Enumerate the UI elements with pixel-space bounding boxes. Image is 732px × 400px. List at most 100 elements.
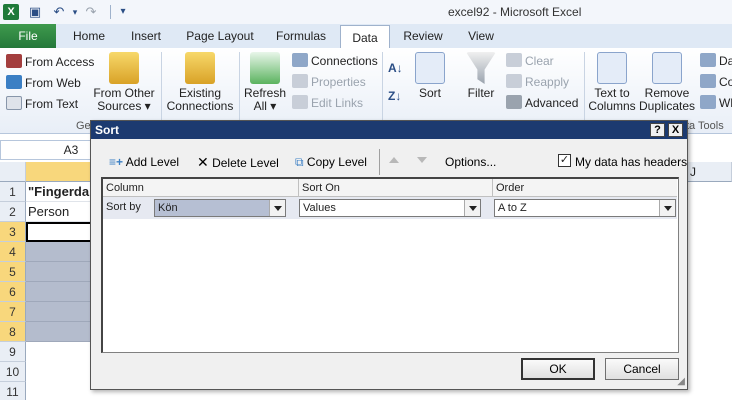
database-icon <box>109 52 139 84</box>
excel-logo-icon[interactable]: X <box>3 4 19 20</box>
sort-button[interactable]: Sort <box>412 52 448 100</box>
sort-by-label: Sort by <box>106 201 141 213</box>
remove-duplicates-icon <box>652 52 682 84</box>
sort-descending-button[interactable]: Z↓ <box>388 86 401 106</box>
sort-ascending-button[interactable]: A↓ <box>388 58 403 78</box>
row-header[interactable]: 9 <box>0 342 26 362</box>
close-button[interactable]: X <box>668 123 683 137</box>
delete-level-button[interactable]: ✕ Delete Level <box>197 153 279 171</box>
options-button[interactable]: Options... <box>445 153 496 171</box>
save-icon[interactable]: ▣ <box>26 3 44 21</box>
cell-a4[interactable] <box>26 242 96 262</box>
from-web-button[interactable]: From Web <box>6 73 81 93</box>
what-if-button[interactable]: Wh <box>700 93 732 113</box>
my-data-has-headers-label[interactable]: My data has headers <box>575 153 687 171</box>
resize-grip-icon[interactable]: ◢ <box>677 376 685 387</box>
web-icon <box>6 75 22 89</box>
copy-level-icon: ⧉ <box>295 155 304 169</box>
what-if-label: Wh <box>719 96 732 110</box>
chevron-down-icon[interactable] <box>464 200 480 216</box>
row-header[interactable]: 6 <box>0 282 26 302</box>
text-to-columns-button[interactable]: Text to Columns <box>588 52 636 113</box>
row-header[interactable]: 7 <box>0 302 26 322</box>
clear-button[interactable]: Clear <box>506 51 554 71</box>
tab-view[interactable]: View <box>458 24 504 48</box>
existing-label-2: Connections <box>166 99 234 113</box>
tab-data[interactable]: Data <box>340 25 390 49</box>
row-header[interactable]: 3 <box>0 222 26 242</box>
copy-level-button[interactable]: ⧉ Copy Level <box>295 153 367 171</box>
ok-button[interactable]: OK <box>521 358 595 380</box>
cell-a6[interactable] <box>26 282 96 302</box>
consolidate-button[interactable]: Co <box>700 72 732 92</box>
refresh-label-1: Refresh <box>243 86 287 100</box>
add-level-icon: ≡+ <box>109 155 124 169</box>
cell-a7[interactable] <box>26 302 96 322</box>
chevron-down-icon[interactable] <box>659 200 675 216</box>
clear-label: Clear <box>525 54 554 68</box>
tab-insert[interactable]: Insert <box>122 24 170 48</box>
row-header[interactable]: 10 <box>0 362 26 382</box>
sort-levels-list[interactable]: Column Sort On Order Sort by Kön Values … <box>101 177 679 353</box>
row-header[interactable]: 5 <box>0 262 26 282</box>
reapply-button[interactable]: Reapply <box>506 72 569 92</box>
remove-duplicates-label-2: Duplicates <box>638 99 696 113</box>
title-bar: X ▣ ↶ ▾ ↷ ▾ excel92 - Microsoft Excel <box>0 0 732 24</box>
help-button[interactable]: ? <box>650 123 665 137</box>
existing-connections-button[interactable]: Existing Connections <box>164 52 236 113</box>
cell-a1[interactable]: "Fingerda <box>26 182 96 202</box>
properties-icon <box>292 74 308 88</box>
tab-home[interactable]: Home <box>66 24 112 48</box>
reapply-icon <box>506 74 522 88</box>
sort-on-header: Sort On <box>299 179 493 197</box>
remove-duplicates-button[interactable]: Remove Duplicates <box>638 52 696 113</box>
tab-review[interactable]: Review <box>398 24 448 48</box>
edit-links-button[interactable]: Edit Links <box>292 93 363 113</box>
from-web-label: From Web <box>25 76 81 90</box>
redo-icon[interactable]: ↷ <box>82 3 100 21</box>
row-header[interactable]: 8 <box>0 322 26 342</box>
from-access-button[interactable]: From Access <box>6 52 94 72</box>
row-header[interactable]: 4 <box>0 242 26 262</box>
cancel-button[interactable]: Cancel <box>605 358 679 380</box>
move-up-icon[interactable] <box>389 157 399 163</box>
from-other-sources-button[interactable]: From Other Sources ▾ <box>90 52 158 113</box>
connections-button[interactable]: Connections <box>292 51 378 71</box>
tab-formulas[interactable]: Formulas <box>270 24 332 48</box>
column-header-j[interactable]: J <box>690 165 696 179</box>
tab-file[interactable]: File <box>0 24 56 48</box>
select-all-corner[interactable] <box>0 162 26 182</box>
sort-on-select[interactable]: Values <box>299 199 481 217</box>
column-header: Column <box>103 179 299 197</box>
filter-button[interactable]: Filter <box>460 52 502 100</box>
cell-a5[interactable] <box>26 262 96 282</box>
properties-button[interactable]: Properties <box>292 72 366 92</box>
move-down-icon[interactable] <box>417 157 427 163</box>
filter-label: Filter <box>467 86 495 100</box>
advanced-button[interactable]: Advanced <box>506 93 578 113</box>
column-header-a[interactable] <box>26 162 96 182</box>
sort-column-select[interactable]: Kön <box>154 199 286 217</box>
dialog-title: Sort <box>91 121 687 139</box>
customize-qat-icon[interactable]: ▾ <box>114 3 132 21</box>
from-text-button[interactable]: From Text <box>6 94 78 114</box>
text-to-columns-label-2: Columns <box>588 99 636 113</box>
row-header[interactable]: 2 <box>0 202 26 222</box>
cell-a2[interactable]: Person <box>26 202 96 222</box>
row-header[interactable]: 11 <box>0 382 26 400</box>
cell-a3[interactable] <box>26 222 96 242</box>
add-level-button[interactable]: ≡+ Add Level <box>109 153 179 171</box>
from-access-label: From Access <box>25 55 95 69</box>
group-separator <box>239 52 240 128</box>
text-to-columns-icon <box>597 52 627 84</box>
tab-page-layout[interactable]: Page Layout <box>180 24 260 48</box>
refresh-all-button[interactable]: Refresh All ▾ <box>242 52 288 113</box>
chevron-down-icon[interactable] <box>269 200 285 216</box>
what-if-icon <box>700 95 716 109</box>
row-header[interactable]: 1 <box>0 182 26 202</box>
my-data-has-headers-checkbox[interactable]: ✓ <box>558 154 571 167</box>
order-select[interactable]: A to Z <box>494 199 676 217</box>
cell-a8[interactable] <box>26 322 96 342</box>
data-validation-button[interactable]: Da <box>700 51 732 71</box>
data-validation-icon <box>700 53 716 67</box>
